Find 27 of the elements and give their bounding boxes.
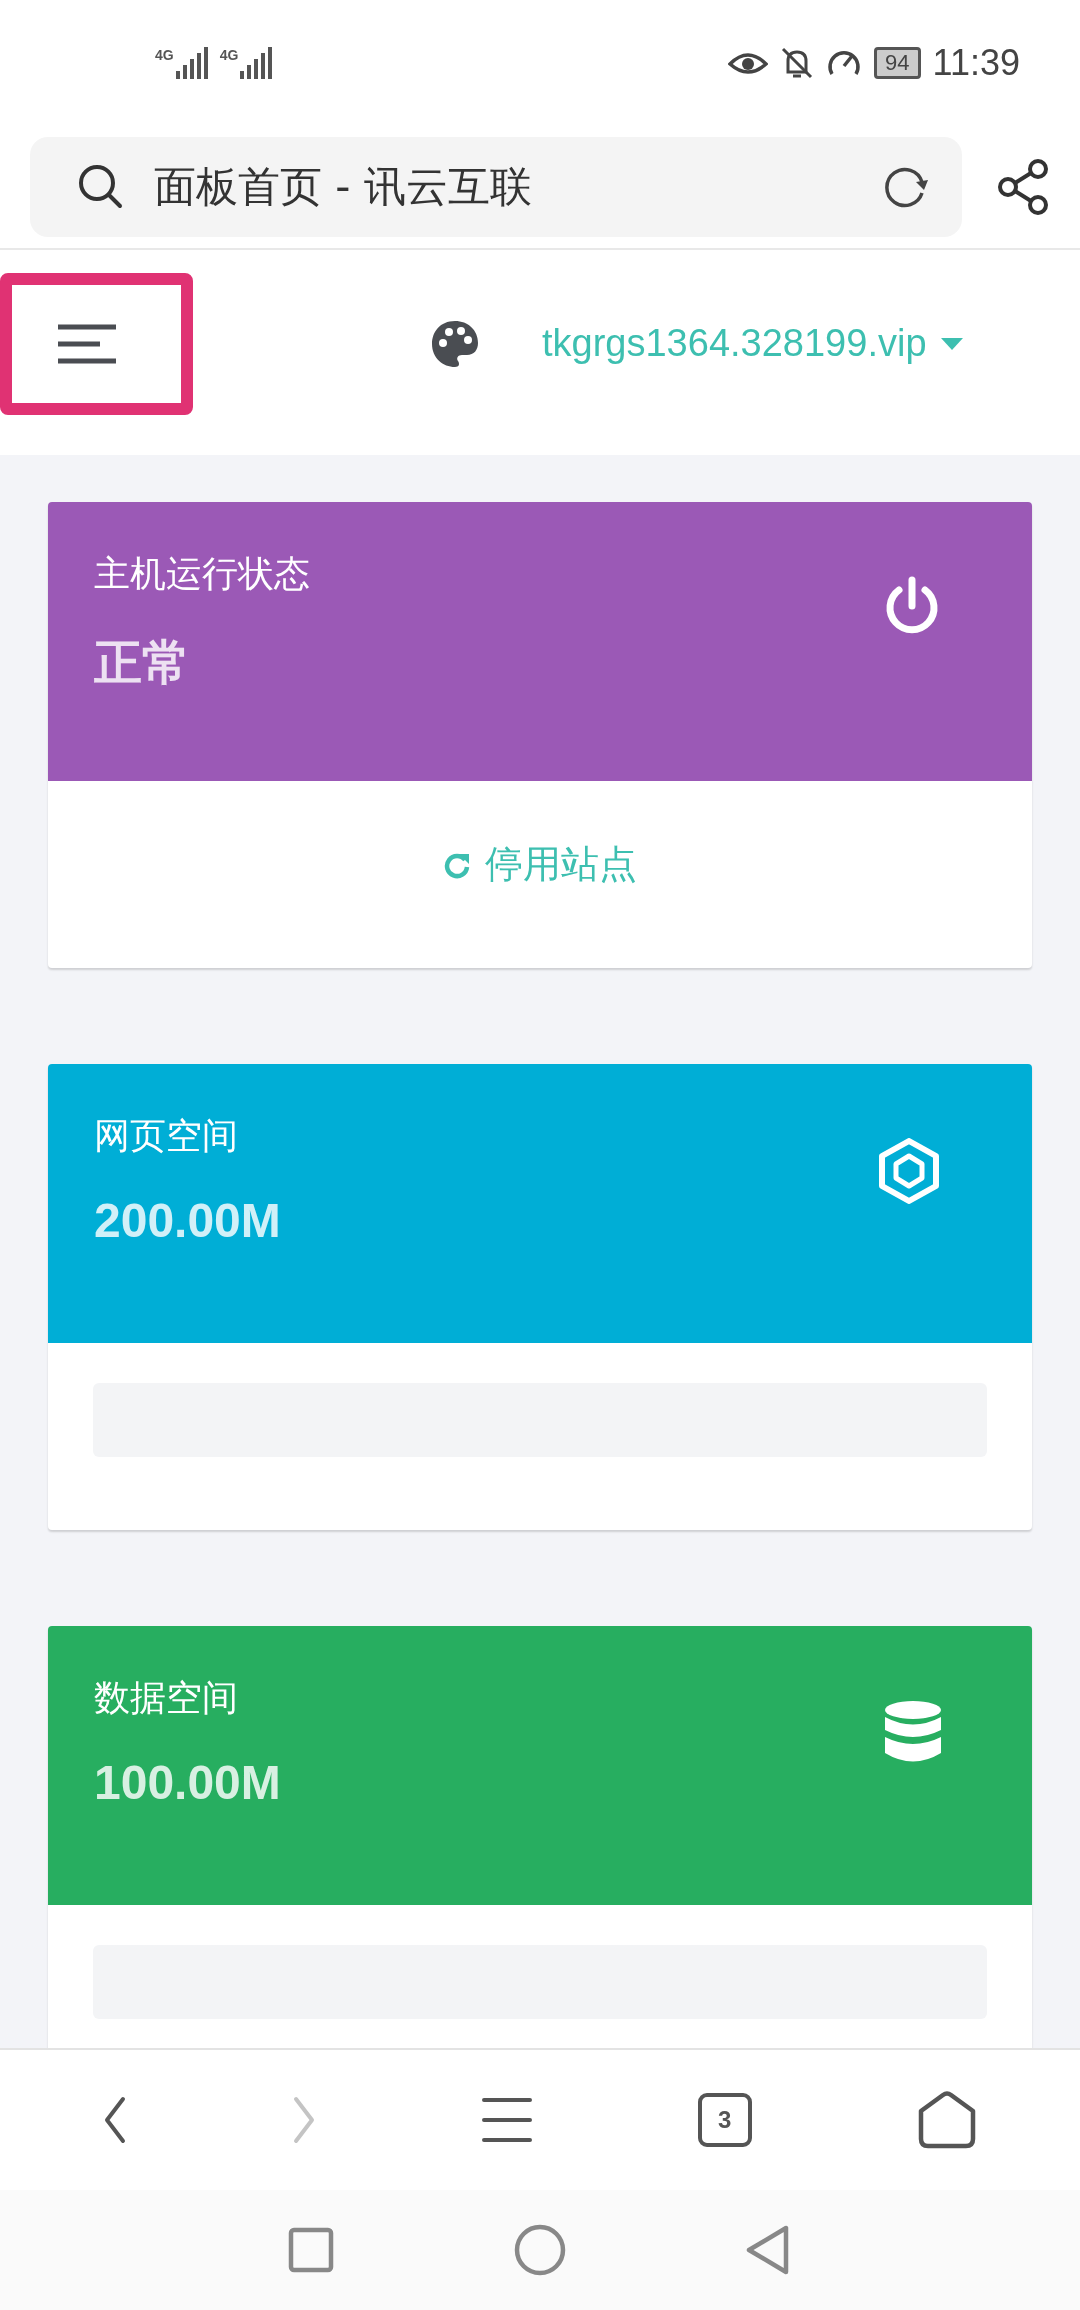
database-icon <box>884 1700 942 1764</box>
clock: 11:39 <box>932 41 1020 84</box>
menu-button[interactable] <box>0 272 193 415</box>
back-icon[interactable] <box>102 2096 127 2144</box>
address-bar[interactable]: 面板首页 - 讯云互联 <box>30 136 962 237</box>
tabs-button[interactable]: 3 <box>697 2093 752 2147</box>
card-value: 100.00M <box>94 1755 281 1810</box>
home-button-icon[interactable] <box>514 2224 566 2276</box>
card-value: 200.00M <box>94 1193 281 1248</box>
cube-icon <box>876 1138 942 1204</box>
card-value: 正常 <box>94 635 191 691</box>
page-title: 面板首页 - 讯云互联 <box>154 160 533 213</box>
caret-icon <box>940 337 963 350</box>
menu-icon <box>55 322 118 365</box>
battery-indicator: 94 <box>874 46 921 79</box>
palette-icon[interactable] <box>430 318 480 369</box>
signal-icon <box>240 46 275 79</box>
card-title: 网页空间 <box>94 1114 239 1158</box>
card-title: 主机运行状态 <box>94 552 310 596</box>
network-label: 4G <box>219 46 239 63</box>
signal-icon <box>175 46 210 79</box>
home-icon[interactable] <box>917 2091 978 2149</box>
network-label: 4G <box>155 46 174 63</box>
card-title: 数据空间 <box>94 1676 239 1720</box>
recents-icon[interactable] <box>288 2227 334 2273</box>
bell-off-icon <box>780 45 815 80</box>
menu-icon[interactable] <box>482 2097 532 2143</box>
